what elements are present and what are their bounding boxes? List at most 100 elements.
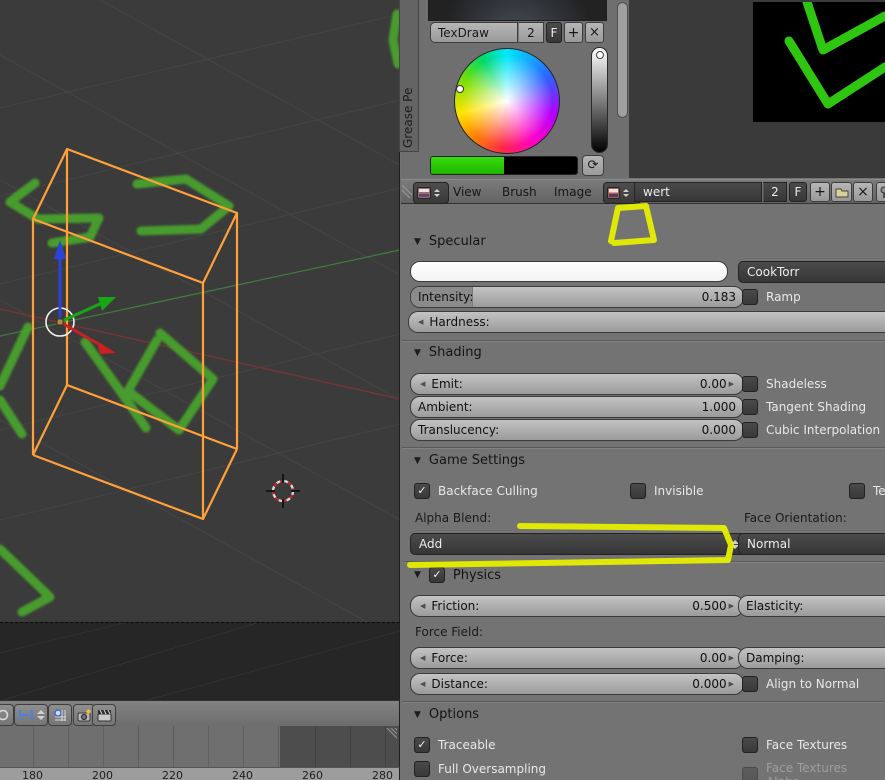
slider-label: Distance: bbox=[431, 677, 488, 691]
keying-set-button[interactable] bbox=[48, 704, 72, 726]
distance-slider[interactable]: ◀ Distance: 0.000 ▶ bbox=[410, 673, 744, 695]
decrement-arrow-icon[interactable]: ◀ bbox=[418, 654, 427, 662]
checkbox-box[interactable] bbox=[849, 483, 865, 499]
cubic-interpolation-checkbox[interactable]: Cubic Interpolation bbox=[742, 422, 880, 438]
image-fake-user-button[interactable]: F bbox=[789, 182, 807, 202]
text-checkbox[interactable]: Te bbox=[849, 483, 885, 499]
ambient-slider[interactable]: Ambient: 1.000 bbox=[410, 396, 744, 418]
brush-preview[interactable] bbox=[428, 0, 607, 21]
panel-header-physics[interactable]: ▼ ✓ Physics bbox=[414, 567, 501, 583]
traceable-checkbox[interactable]: ✓ Traceable bbox=[414, 737, 496, 753]
timeline-canvas[interactable] bbox=[0, 726, 400, 767]
increment-arrow-icon[interactable]: ▶ bbox=[727, 680, 736, 688]
panel-header-options[interactable]: ▼ Options bbox=[414, 707, 479, 722]
tool-shelf-scrollbar[interactable] bbox=[617, 2, 628, 118]
tangent-shading-checkbox[interactable]: Tangent Shading bbox=[742, 399, 866, 415]
checkbox-box[interactable]: ✓ bbox=[414, 737, 430, 753]
primary-color[interactable] bbox=[431, 157, 504, 174]
decrement-arrow-icon[interactable]: ◀ bbox=[418, 380, 427, 388]
brush-name-field[interactable]: TexDraw bbox=[430, 22, 518, 43]
timeline-out-of-range bbox=[280, 726, 399, 767]
brush-users-button[interactable]: 2 bbox=[518, 22, 544, 43]
invisible-checkbox[interactable]: Invisible bbox=[630, 483, 704, 499]
increment-arrow-icon[interactable]: ▶ bbox=[727, 602, 736, 610]
image-open-button[interactable] bbox=[831, 182, 852, 202]
image-new-button[interactable]: + bbox=[810, 182, 830, 202]
checkbox-box[interactable] bbox=[742, 737, 758, 753]
shadeless-checkbox[interactable]: Shadeless bbox=[742, 376, 827, 392]
checkbox-box[interactable] bbox=[742, 422, 758, 438]
brush-add-button[interactable]: + bbox=[564, 22, 583, 43]
checkbox-label: Face Textures bbox=[766, 738, 848, 752]
frame-tick: 280 bbox=[372, 769, 393, 780]
checkbox-box[interactable] bbox=[742, 676, 758, 692]
decrement-arrow-icon[interactable]: ◀ bbox=[418, 680, 427, 688]
face-orientation-dropdown[interactable]: Normal bbox=[738, 533, 885, 555]
slider-label: Intensity: bbox=[418, 290, 474, 304]
close-icon: × bbox=[589, 25, 600, 40]
panel-header-game-settings[interactable]: ▼ Game Settings bbox=[414, 453, 525, 468]
decrement-arrow-icon[interactable]: ◀ bbox=[418, 602, 427, 610]
friction-slider[interactable]: ◀ Friction: 0.500 ▶ bbox=[410, 595, 744, 617]
elasticity-slider[interactable]: Elasticity: bbox=[738, 595, 885, 617]
image-editor-header: View Brush Image wert 2 F + × bbox=[401, 179, 885, 204]
timeline-frame-ruler[interactable]: 180 200 220 240 260 280 bbox=[0, 767, 400, 780]
image-name-field[interactable]: wert bbox=[634, 182, 762, 202]
playback-sync-button[interactable] bbox=[0, 704, 14, 726]
increment-arrow-icon[interactable]: ▶ bbox=[727, 380, 736, 388]
pin-button[interactable] bbox=[876, 182, 885, 202]
checkbox-box[interactable] bbox=[742, 399, 758, 415]
checkbox-label: Face Textures Alpha bbox=[766, 761, 848, 780]
full-oversampling-checkbox[interactable]: Full Oversampling bbox=[414, 761, 546, 777]
panel-header-specular[interactable]: ▼ Specular bbox=[414, 234, 486, 249]
force-slider[interactable]: ◀ Force: 0.00 ▶ bbox=[410, 647, 744, 669]
specular-color-field[interactable] bbox=[410, 261, 728, 282]
region-resize-grip[interactable] bbox=[383, 728, 397, 742]
auto-snap-button[interactable] bbox=[14, 704, 48, 726]
ramp-checkbox[interactable]: Ramp bbox=[742, 289, 801, 305]
slider-label: Translucency: bbox=[418, 423, 500, 437]
translucency-slider[interactable]: Translucency: 0.000 bbox=[410, 419, 744, 441]
checkbox-box[interactable] bbox=[742, 289, 758, 305]
emit-slider[interactable]: ◀ Emit: 0.00 ▶ bbox=[410, 373, 744, 395]
checkbox-box[interactable]: ✓ bbox=[414, 483, 430, 499]
secondary-color[interactable] bbox=[504, 157, 577, 174]
physics-enable-checkbox[interactable]: ✓ bbox=[428, 567, 445, 583]
checkbox-box[interactable] bbox=[742, 376, 758, 392]
specular-hardness-slider[interactable]: ◀ Hardness: bbox=[408, 311, 885, 333]
editor-type-selector[interactable] bbox=[413, 182, 449, 204]
align-to-normal-checkbox[interactable]: Align to Normal bbox=[742, 676, 859, 692]
specular-shader-dropdown[interactable]: CookTorr bbox=[738, 261, 885, 283]
value-slider[interactable] bbox=[591, 47, 608, 153]
color-wheel-cursor[interactable] bbox=[456, 85, 464, 93]
swap-colors-button[interactable]: ⟳ bbox=[582, 155, 604, 176]
slider-label: Force: bbox=[431, 651, 468, 665]
tab-grease-pencil[interactable]: Grease Pe bbox=[399, 0, 419, 152]
brush-fake-user-button[interactable]: F bbox=[546, 22, 562, 43]
slider-value: 0.00 bbox=[699, 377, 727, 391]
increment-arrow-icon[interactable]: ▶ bbox=[727, 654, 736, 662]
color-wheel[interactable] bbox=[454, 48, 560, 154]
image-editor-canvas[interactable] bbox=[629, 0, 885, 178]
menu-view[interactable]: View bbox=[453, 185, 481, 199]
specular-intensity-slider[interactable]: Intensity: 0.183 bbox=[410, 286, 744, 308]
panel-header-shading[interactable]: ▼ Shading bbox=[414, 345, 482, 360]
viewport-3d[interactable] bbox=[0, 0, 400, 622]
render-anim-button[interactable] bbox=[92, 704, 116, 726]
alpha-blend-dropdown[interactable]: Add bbox=[410, 533, 748, 555]
value-slider-cursor[interactable] bbox=[595, 51, 604, 59]
backface-culling-checkbox[interactable]: ✓ Backface Culling bbox=[414, 483, 538, 499]
image-users-button[interactable]: 2 bbox=[763, 182, 787, 202]
color-swatch[interactable] bbox=[430, 156, 578, 175]
checkbox-box[interactable] bbox=[630, 483, 646, 499]
menu-image[interactable]: Image bbox=[554, 185, 592, 199]
brush-unlink-button[interactable]: × bbox=[585, 22, 604, 43]
folder-icon bbox=[835, 188, 848, 197]
image-unlink-button[interactable]: × bbox=[853, 182, 873, 202]
panel-title: Physics bbox=[452, 567, 501, 583]
checkbox-box[interactable] bbox=[414, 761, 430, 777]
damping-slider[interactable]: Damping: bbox=[738, 647, 885, 669]
decrement-arrow-icon[interactable]: ◀ bbox=[416, 318, 425, 326]
face-textures-checkbox[interactable]: Face Textures bbox=[742, 737, 847, 753]
menu-brush[interactable]: Brush bbox=[502, 185, 537, 199]
